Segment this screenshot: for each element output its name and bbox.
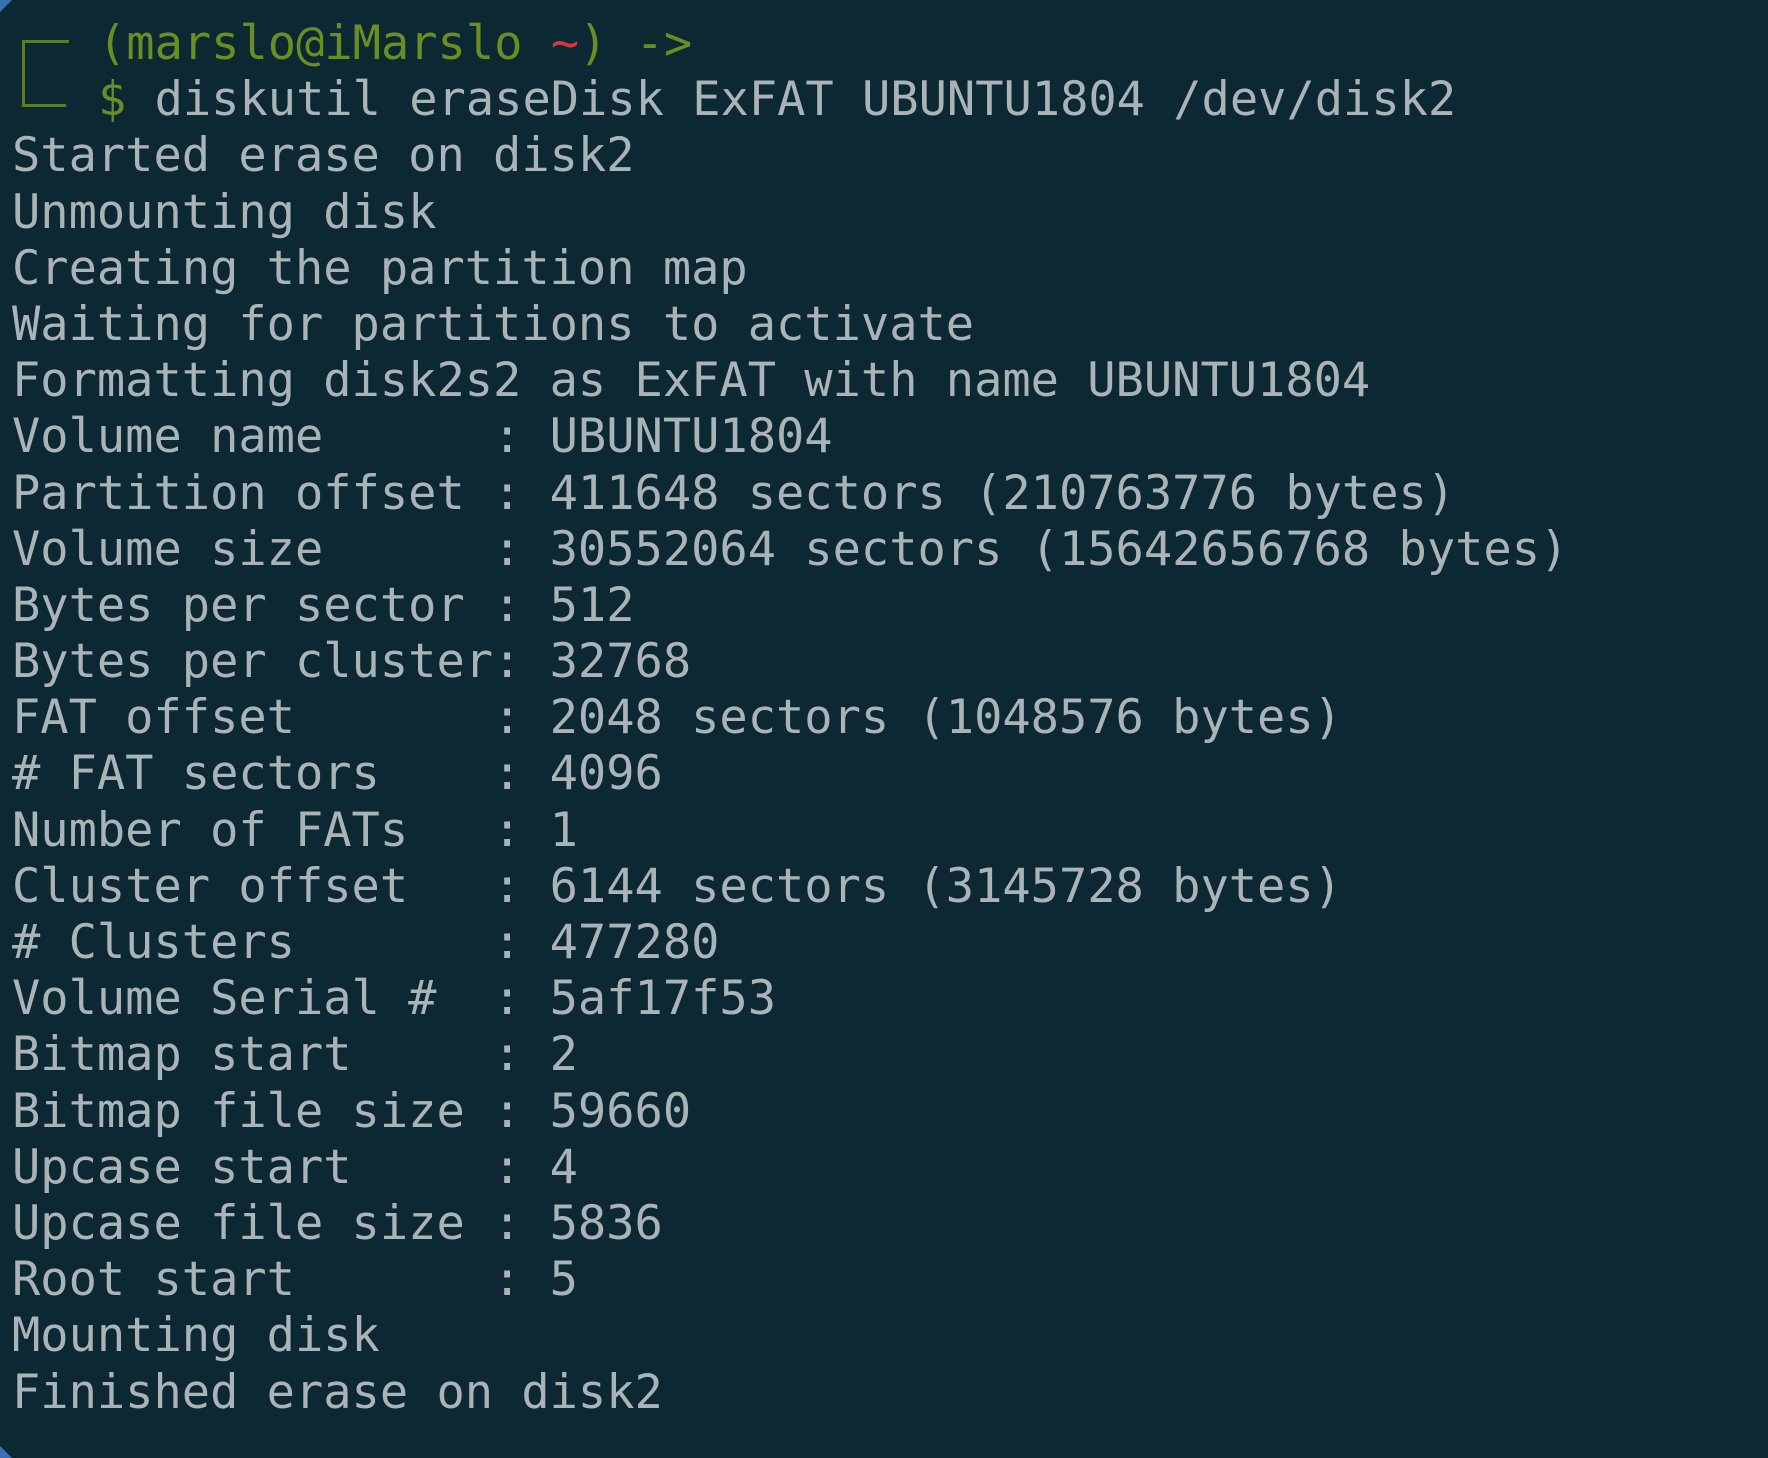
output-line: Upcase start : 4 (12, 1139, 578, 1195)
output-line: # FAT sectors : 4096 (12, 746, 663, 802)
output-line: Bytes per cluster: 32768 (12, 634, 692, 690)
output-line: Bitmap file size : 59660 (12, 1083, 692, 1139)
output-line: Volume size : 30552064 sectors (15642656… (12, 521, 1569, 577)
output-line: Unmounting disk (12, 184, 437, 240)
command-text: diskutil eraseDisk ExFAT UBUNTU1804 /dev… (154, 72, 1457, 128)
output-line: Started erase on disk2 (12, 128, 635, 184)
output-line: Formatting disk2s2 as ExFAT with name UB… (12, 353, 1371, 409)
prompt-user-host: (marslo@iMarslo (98, 16, 523, 71)
command-line: $ diskutil eraseDisk ExFAT UBUNTU1804 /d… (0, 72, 1768, 128)
output-line: Cluster offset : 6144 sectors (3145728 b… (12, 858, 1342, 914)
output-line: Bytes per sector : 512 (12, 577, 635, 633)
prompt-dollar: $ (98, 72, 127, 128)
output-line: FAT offset : 2048 sectors (1048576 bytes… (12, 690, 1342, 746)
output-line: Volume Serial # : 5af17f53 (12, 971, 777, 1027)
output-line: Mounting disk (12, 1308, 380, 1364)
window-corner-marker (0, 1446, 12, 1458)
output-line: # Clusters : 477280 (12, 915, 720, 970)
output-line: Creating the partition map (12, 240, 748, 296)
terminal-window[interactable]: (marslo@iMarslo ~) -> $ diskutil eraseDi… (0, 0, 1768, 1458)
output-line: Upcase file size : 5836 (12, 1195, 663, 1251)
output-line: Volume name : UBUNTU1804 (12, 409, 833, 465)
window-corner-marker (0, 0, 12, 12)
prompt-arrow: ) -> (579, 16, 693, 71)
output-line: Root start : 5 (12, 1252, 578, 1308)
prompt-cwd: ~ (550, 16, 580, 71)
output-line: Bitmap start : 2 (12, 1027, 578, 1083)
output-line: Finished erase on disk2 (12, 1364, 663, 1420)
output-line: Partition offset : 411648 sectors (21076… (12, 465, 1456, 521)
output-line: Waiting for partitions to activate (12, 296, 975, 352)
prompt-header-line: (marslo@iMarslo ~) -> (0, 16, 1768, 72)
output-line: Number of FATs : 1 (12, 802, 578, 858)
